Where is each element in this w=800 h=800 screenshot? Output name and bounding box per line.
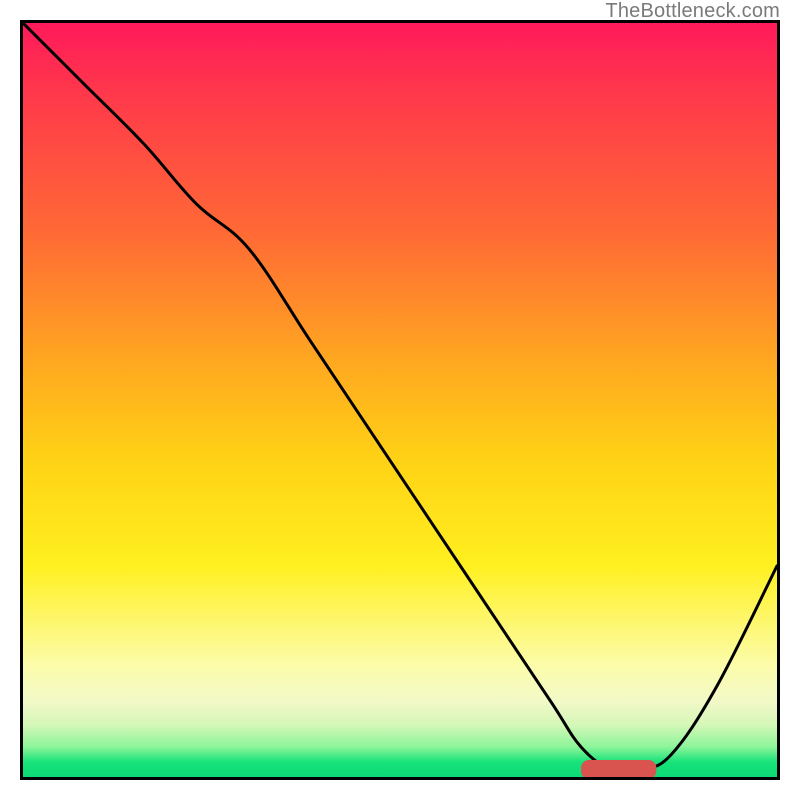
chart-frame: TheBottleneck.com	[0, 0, 800, 800]
plot-area	[20, 20, 780, 780]
bottleneck-curve	[23, 23, 777, 772]
curve-layer	[23, 23, 777, 777]
optimal-marker	[581, 760, 656, 777]
